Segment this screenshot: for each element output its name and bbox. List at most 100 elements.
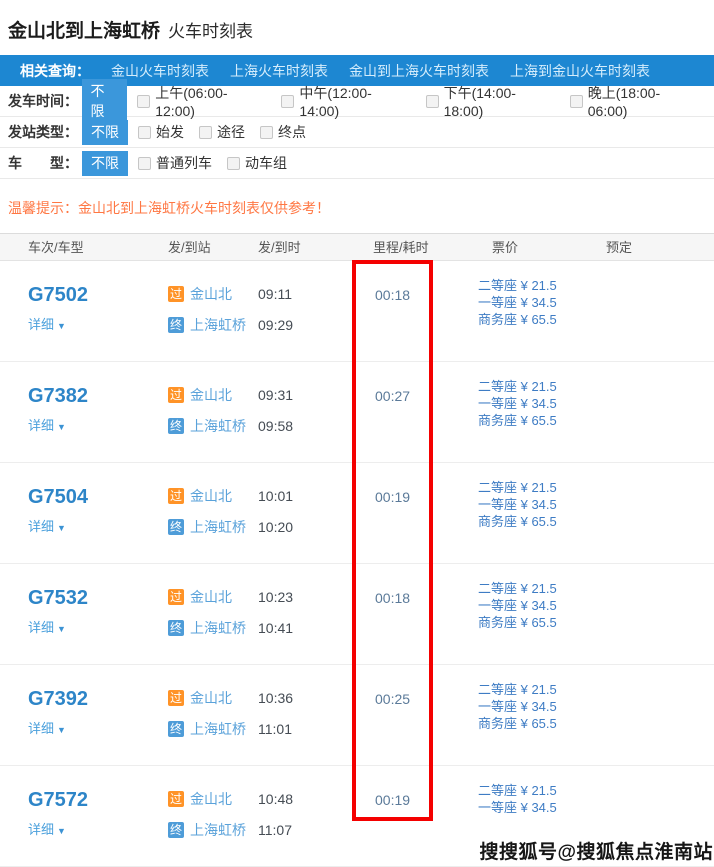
checkbox-icon[interactable] — [137, 95, 150, 108]
reserve-cell — [606, 463, 714, 563]
train-row: G7504 详细▼ 过金山北 终上海虹桥 10:01 10:20 00:19 二… — [0, 463, 714, 564]
price-business-class: 商务座 ¥ 65.5 — [478, 715, 606, 732]
price-first-class: 一等座 ¥ 34.5 — [478, 294, 606, 311]
price-first-class: 一等座 ¥ 34.5 — [478, 496, 606, 513]
train-row: G7392 详细▼ 过金山北 终上海虹桥 10:36 11:01 00:25 二… — [0, 665, 714, 766]
train-number-link[interactable]: G7382 — [28, 384, 168, 408]
filter-departure-time: 发车时间： 不限 上午(06:00-12:00) 中午(12:00-14:00)… — [0, 86, 714, 117]
to-station-link[interactable]: 上海虹桥 — [190, 418, 246, 434]
option-morning[interactable]: 上午(06:00-12:00) — [137, 83, 266, 119]
detail-label: 详细 — [28, 620, 54, 635]
duration-value: 00:18 — [375, 287, 478, 303]
price-business-class: 商务座 ¥ 65.5 — [478, 614, 606, 631]
price-second-class: 二等座 ¥ 21.5 — [478, 277, 606, 294]
terminal-badge: 终 — [168, 620, 184, 636]
unlimited-button[interactable]: 不限 — [82, 120, 128, 145]
price-first-class: 一等座 ¥ 34.5 — [478, 597, 606, 614]
to-station-link[interactable]: 上海虹桥 — [190, 620, 246, 636]
related-link-jinshan[interactable]: 金山火车时刻表 — [111, 61, 209, 81]
from-station-link[interactable]: 金山北 — [190, 589, 232, 605]
related-link-jinshan-to-shanghai[interactable]: 金山到上海火车时刻表 — [349, 61, 489, 81]
option-emu-train[interactable]: 动车组 — [227, 153, 287, 173]
caret-down-icon: ▼ — [57, 725, 66, 735]
price-first-class: 一等座 ¥ 34.5 — [478, 395, 606, 412]
from-station-link[interactable]: 金山北 — [190, 387, 232, 403]
reserve-cell — [606, 564, 714, 664]
price-second-class: 二等座 ¥ 21.5 — [478, 782, 606, 799]
to-station-link[interactable]: 上海虹桥 — [190, 721, 246, 737]
train-number-link[interactable]: G7504 — [28, 485, 168, 509]
option-label: 上午(06:00-12:00) — [155, 83, 266, 119]
checkbox-icon[interactable] — [227, 157, 240, 170]
option-evening[interactable]: 晚上(18:00-06:00) — [570, 83, 699, 119]
detail-toggle[interactable]: 详细▼ — [28, 718, 168, 737]
from-station-link[interactable]: 金山北 — [190, 488, 232, 504]
option-noon[interactable]: 中午(12:00-14:00) — [281, 83, 410, 119]
pass-badge: 过 — [168, 791, 184, 807]
filter-train-type: 车 型： 不限 普通列车 动车组 — [0, 148, 714, 179]
option-label: 始发 — [156, 122, 184, 142]
to-station-link[interactable]: 上海虹桥 — [190, 519, 246, 535]
checkbox-icon[interactable] — [281, 95, 294, 108]
detail-toggle[interactable]: 详细▼ — [28, 415, 168, 434]
terminal-badge: 终 — [168, 721, 184, 737]
pass-badge: 过 — [168, 589, 184, 605]
related-link-shanghai[interactable]: 上海火车时刻表 — [230, 61, 328, 81]
arrival-time: 09:58 — [258, 417, 373, 435]
price-second-class: 二等座 ¥ 21.5 — [478, 580, 606, 597]
checkbox-icon[interactable] — [138, 126, 151, 139]
departure-time: 10:36 — [258, 689, 373, 707]
checkbox-icon[interactable] — [138, 157, 151, 170]
train-number-link[interactable]: G7392 — [28, 687, 168, 711]
checkbox-icon[interactable] — [199, 126, 212, 139]
detail-toggle[interactable]: 详细▼ — [28, 314, 168, 333]
pass-badge: 过 — [168, 488, 184, 504]
caret-down-icon: ▼ — [57, 624, 66, 634]
detail-toggle[interactable]: 详细▼ — [28, 516, 168, 535]
unlimited-button[interactable]: 不限 — [82, 151, 128, 176]
train-number-link[interactable]: G7532 — [28, 586, 168, 610]
option-afternoon[interactable]: 下午(14:00-18:00) — [426, 83, 555, 119]
to-station-link[interactable]: 上海虹桥 — [190, 317, 246, 333]
checkbox-icon[interactable] — [426, 95, 439, 108]
from-station-link[interactable]: 金山北 — [190, 791, 232, 807]
checkbox-icon[interactable] — [570, 95, 583, 108]
from-station-link[interactable]: 金山北 — [190, 690, 232, 706]
page-header: 金山北到上海虹桥火车时刻表 — [0, 0, 714, 55]
detail-toggle[interactable]: 详细▼ — [28, 617, 168, 636]
option-terminus[interactable]: 终点 — [260, 122, 306, 142]
detail-label: 详细 — [28, 317, 54, 332]
option-ordinary-train[interactable]: 普通列车 — [138, 153, 212, 173]
pass-badge: 过 — [168, 387, 184, 403]
reserve-cell — [606, 362, 714, 462]
option-label: 中午(12:00-14:00) — [299, 83, 410, 119]
price-business-class: 商务座 ¥ 65.5 — [478, 311, 606, 328]
reserve-cell — [606, 261, 714, 361]
filter-label: 发站类型： — [8, 122, 82, 142]
train-number-link[interactable]: G7572 — [28, 788, 168, 812]
page-subtitle: 火车时刻表 — [168, 22, 253, 41]
terminal-badge: 终 — [168, 418, 184, 434]
filter-label: 发车时间： — [8, 91, 82, 111]
detail-label: 详细 — [28, 418, 54, 433]
from-station-link[interactable]: 金山北 — [190, 286, 232, 302]
option-origin[interactable]: 始发 — [138, 122, 184, 142]
detail-toggle[interactable]: 详细▼ — [28, 819, 168, 838]
header-reserve: 预定 — [606, 234, 714, 260]
train-number-link[interactable]: G7502 — [28, 283, 168, 307]
departure-time: 10:01 — [258, 487, 373, 505]
unlimited-button[interactable]: 不限 — [82, 79, 128, 124]
option-via[interactable]: 途径 — [199, 122, 245, 142]
caret-down-icon: ▼ — [57, 422, 66, 432]
checkbox-icon[interactable] — [260, 126, 273, 139]
duration-value: 00:27 — [375, 388, 478, 404]
related-link-shanghai-to-jinshan[interactable]: 上海到金山火车时刻表 — [510, 61, 650, 81]
option-label: 普通列车 — [156, 153, 212, 173]
to-station-link[interactable]: 上海虹桥 — [190, 822, 246, 838]
arrival-time: 09:29 — [258, 316, 373, 334]
train-row: G7502 详细▼ 过金山北 终上海虹桥 09:11 09:29 00:18 二… — [0, 261, 714, 362]
price-second-class: 二等座 ¥ 21.5 — [478, 378, 606, 395]
table-header: 车次/车型 发/到站 发/到时 里程/耗时 票价 预定 — [0, 233, 714, 261]
departure-time: 10:48 — [258, 790, 373, 808]
notice-text: 温馨提示：金山北到上海虹桥火车时刻表仅供参考！ — [0, 179, 714, 233]
